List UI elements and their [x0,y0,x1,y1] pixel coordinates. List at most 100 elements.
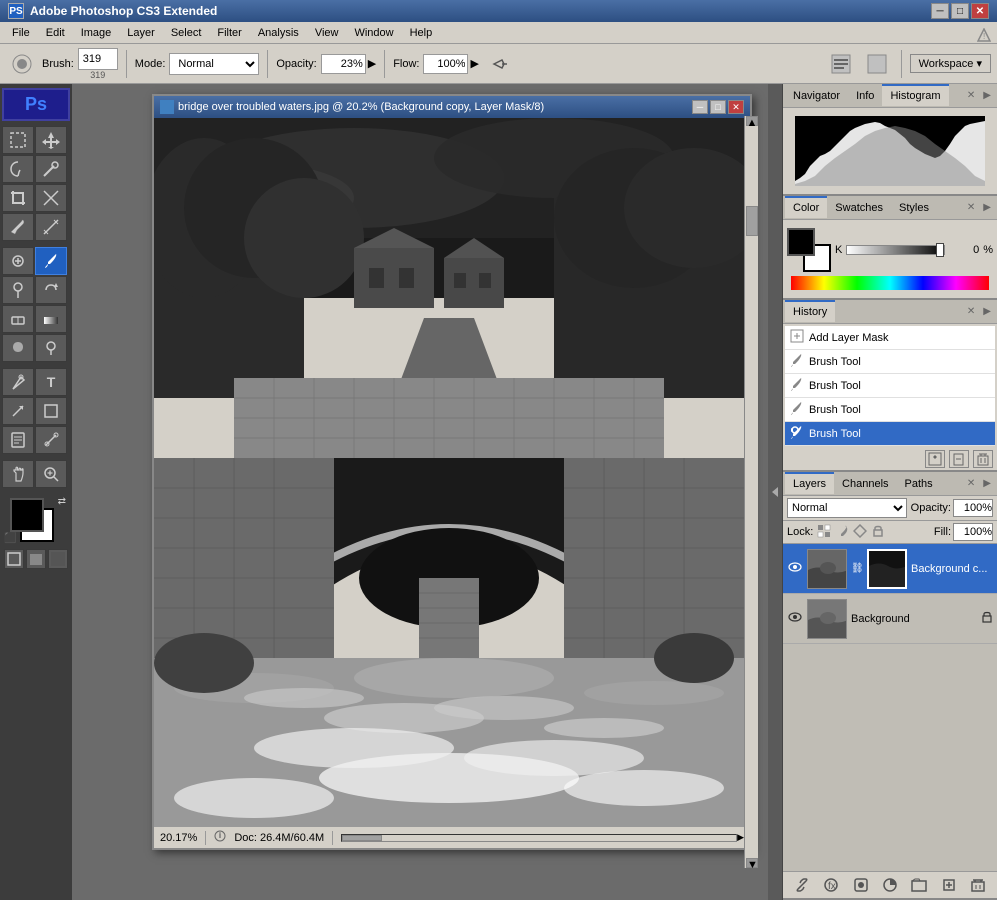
history-item-0[interactable]: Add Layer Mask [785,326,995,350]
scroll-up-btn[interactable]: ▲ [746,116,758,126]
eraser-tool[interactable] [2,305,34,333]
adjustment-layer-btn[interactable] [879,876,901,894]
menu-analysis[interactable]: Analysis [250,22,307,43]
lock-transparent-btn[interactable] [817,524,831,541]
menu-window[interactable]: Window [346,22,401,43]
brush-preset-picker[interactable] [6,50,38,78]
layers-panel-close[interactable]: ✕ [963,478,979,489]
k-slider-track[interactable] [846,245,945,255]
new-group-btn[interactable] [908,876,930,894]
tab-info[interactable]: Info [848,85,882,107]
fill-field[interactable] [953,523,993,541]
scroll-thumb-h[interactable] [342,835,382,841]
crop-tool[interactable] [2,184,34,212]
menu-edit[interactable]: Edit [38,22,73,43]
swap-colors-button[interactable]: ⇄ [58,496,66,507]
history-toggle-btn[interactable] [825,50,857,78]
reset-colors-button[interactable]: ⬛ [4,533,16,544]
flow-arrow[interactable]: ▶ [470,57,478,70]
history-item-1[interactable]: Brush Tool [785,350,995,374]
image-scrollbar-v[interactable]: ▲ ▼ [744,116,758,868]
clone-stamp-tool[interactable] [2,276,34,304]
history-new-snapshot[interactable] [925,450,945,468]
maximize-button[interactable]: □ [951,3,969,19]
tab-history[interactable]: History [785,300,835,322]
full-screen-no-menu-btn[interactable] [48,549,68,569]
layers-panel-menu[interactable]: ▶ [979,478,995,489]
lock-image-btn[interactable] [835,524,849,541]
opacity-arrow[interactable]: ▶ [368,57,376,70]
layer-eye-bg[interactable] [787,610,803,627]
histogram-warning[interactable]: ! [977,28,991,45]
histogram-panel-menu[interactable]: ▶ [979,90,995,101]
right-expand-btn[interactable] [768,84,782,900]
menu-help[interactable]: Help [402,22,441,43]
eyedropper-tool[interactable] [2,213,34,241]
eyedropper-3d[interactable] [35,426,67,454]
history-delete[interactable] [973,450,993,468]
history-panel-menu[interactable]: ▶ [979,306,995,317]
menu-layer[interactable]: Layer [119,22,163,43]
marquee-tool[interactable] [2,126,34,154]
flow-input[interactable]: 100% [423,54,468,74]
history-item-3[interactable]: Brush Tool [785,398,995,422]
brush-panel-btn[interactable] [861,50,893,78]
workspace-button[interactable]: Workspace ▾ [910,54,991,73]
image-maximize[interactable]: □ [710,100,726,114]
tab-channels[interactable]: Channels [834,473,896,495]
menu-select[interactable]: Select [163,22,210,43]
image-info-btn[interactable] [214,830,226,845]
opacity-field[interactable] [953,499,993,517]
blend-mode-select[interactable]: Normal Multiply Screen [787,498,907,518]
image-minimize[interactable]: ─ [692,100,708,114]
type-tool[interactable]: T [35,368,67,396]
zoom-tool[interactable] [35,460,67,488]
shape-tool[interactable] [35,397,67,425]
full-screen-btn[interactable] [26,549,46,569]
tab-swatches[interactable]: Swatches [827,197,891,219]
layer-eye-bg-copy[interactable] [787,560,803,577]
paint-bucket-tool[interactable] [35,305,67,333]
color-panel-menu[interactable]: ▶ [979,202,995,213]
add-layer-style-btn[interactable]: fx [820,876,842,894]
menu-file[interactable]: File [4,22,38,43]
link-layers-btn[interactable] [791,876,813,894]
tab-histogram[interactable]: Histogram [882,84,948,106]
dodge-burn-tool[interactable] [35,334,67,362]
fg-color-swatch[interactable] [787,228,815,256]
lock-all-btn[interactable] [871,524,885,541]
image-content[interactable]: OceanofEXE 20.17% Doc [154,118,750,848]
minimize-button[interactable]: ─ [931,3,949,19]
slice-tool[interactable] [35,184,67,212]
k-slider-thumb[interactable] [936,243,944,257]
pen-tool[interactable] [2,368,34,396]
path-selection-tool[interactable] [2,397,34,425]
spot-healing-tool[interactable] [2,247,34,275]
color-spectrum-bar[interactable] [791,276,989,290]
layer-item-bg-copy[interactable]: ⛓ Background c... [783,544,997,594]
opacity-input[interactable]: 23% [321,54,366,74]
add-mask-btn[interactable] [850,876,872,894]
magic-wand-tool[interactable] [35,155,67,183]
delete-layer-btn[interactable] [967,876,989,894]
tab-styles[interactable]: Styles [891,197,937,219]
menu-view[interactable]: View [307,22,347,43]
tab-color[interactable]: Color [785,196,827,218]
blur-tool[interactable] [2,334,34,362]
airbrush-button[interactable] [487,53,513,75]
tab-navigator[interactable]: Navigator [785,85,848,107]
brush-tool-active[interactable] [35,247,67,275]
lock-position-btn[interactable] [853,524,867,541]
layer-item-bg[interactable]: Background [783,594,997,644]
scroll-right-arrow[interactable]: ▶ [737,832,744,843]
color-panel-close[interactable]: ✕ [963,202,979,213]
image-canvas[interactable]: OceanofEXE [154,118,744,848]
history-item-4[interactable]: Brush Tool [785,422,995,446]
scroll-down-btn[interactable]: ▼ [746,858,758,868]
menu-filter[interactable]: Filter [209,22,249,43]
tab-layers[interactable]: Layers [785,472,834,494]
standard-screen-btn[interactable] [4,549,24,569]
histogram-panel-close[interactable]: ✕ [963,90,979,101]
image-close[interactable]: ✕ [728,100,744,114]
hand-tool[interactable] [2,460,34,488]
